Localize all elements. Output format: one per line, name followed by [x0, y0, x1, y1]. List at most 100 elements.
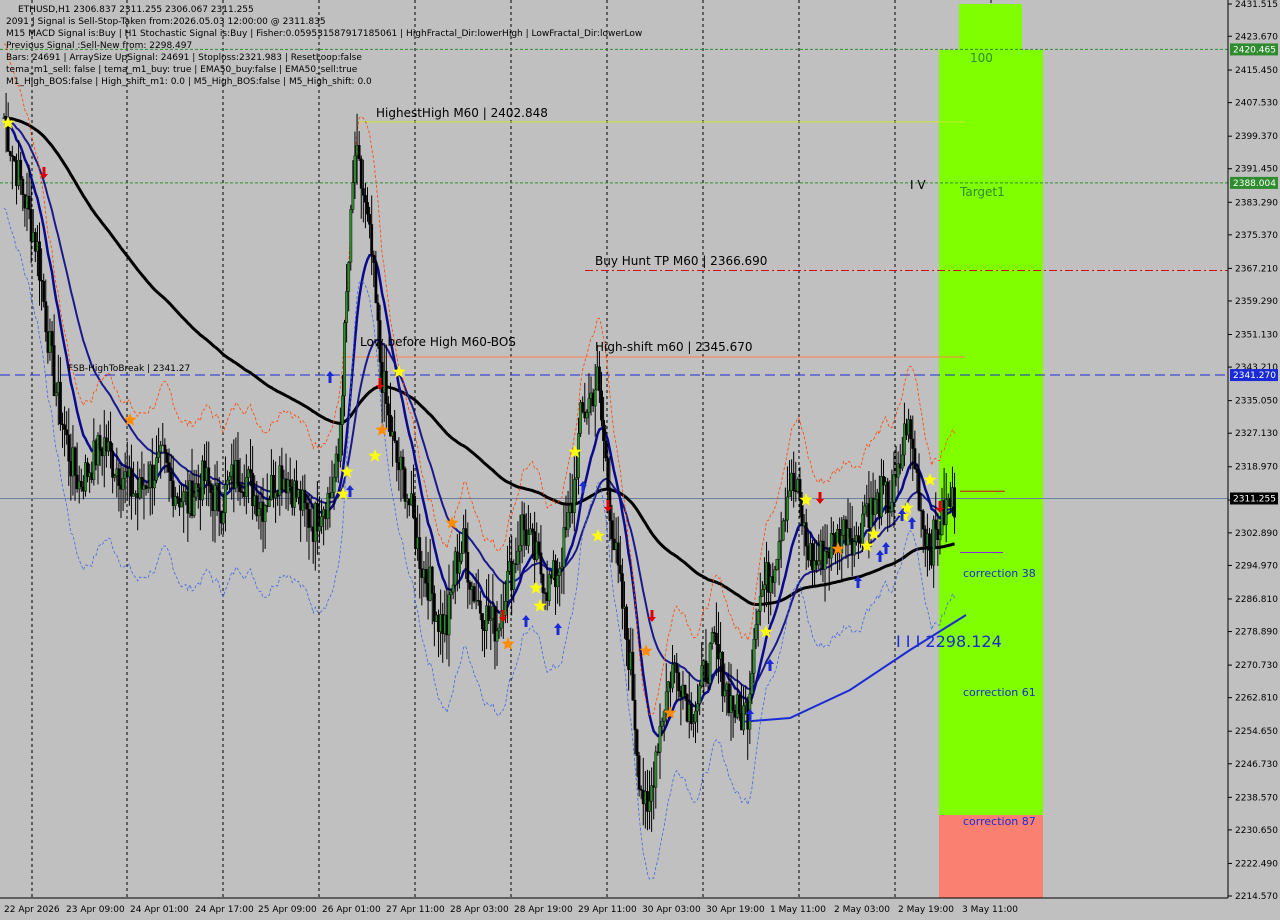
info-line-5: tema_m1_sell: false | tema_m1_buy: true … — [6, 65, 358, 75]
x-axis: 22 Apr 2026 23 Apr 09:00 24 Apr 01:00 24 Ap… — [4, 905, 1018, 915]
candle-body — [98, 435, 102, 450]
y-tick-label: 2318.970 — [1235, 463, 1278, 473]
candle-body — [518, 545, 522, 552]
candle-body — [696, 703, 699, 712]
candle-body — [710, 632, 714, 644]
price-tag-label: 2311.255 — [1233, 494, 1276, 504]
candle-body — [226, 479, 229, 486]
candle-body — [236, 460, 240, 485]
candle-body — [675, 663, 679, 673]
candle-body — [516, 550, 520, 565]
candle-body — [831, 533, 835, 535]
candle-body — [67, 434, 71, 462]
candle-body — [341, 395, 344, 425]
candle-body — [618, 564, 622, 574]
candle-body — [257, 508, 261, 517]
candle-body — [587, 398, 591, 413]
candle-body — [934, 519, 938, 530]
candle-body — [221, 512, 225, 524]
candle-body — [393, 431, 397, 441]
candle-body — [267, 499, 271, 507]
info-line-4: Bars: 24691 | ArraySize UpSignal: 24691 … — [6, 53, 362, 63]
candle-body — [38, 241, 41, 281]
candle-body — [109, 441, 112, 452]
candle-body — [704, 660, 708, 682]
candle-body — [731, 695, 735, 711]
candle-body — [497, 627, 501, 632]
candle-body — [157, 451, 160, 458]
candle-body — [357, 145, 361, 160]
candle-body — [361, 188, 365, 196]
candle-body — [401, 456, 405, 470]
x-tick-label: 22 Apr 2026 — [4, 905, 60, 915]
candle-body — [742, 705, 745, 731]
candle-body — [650, 785, 654, 802]
candle-body — [305, 502, 309, 510]
y-axis: 2431.515 2423.670 2415.450 2407.530 2399.370… — [1228, 0, 1278, 902]
candle-body — [602, 420, 605, 442]
candle-body — [775, 559, 779, 570]
candle-body — [861, 513, 865, 544]
candle-body — [196, 483, 200, 488]
candle-body — [541, 573, 545, 593]
candle-body — [506, 571, 509, 602]
candle-body — [631, 651, 635, 701]
price-chart[interactable]: 2431.515 2423.670 2415.450 2407.530 2399.370… — [0, 0, 1280, 920]
candle-body — [694, 710, 697, 723]
candle-body — [163, 444, 167, 454]
correction-61-label: correction 61 — [963, 686, 1036, 699]
candle-body — [368, 214, 371, 225]
y-tick-label: 2270.730 — [1235, 661, 1278, 671]
candle-body — [79, 480, 83, 488]
candle-body — [539, 552, 543, 575]
candle-body — [556, 575, 560, 588]
candle-body — [412, 493, 415, 518]
x-tick-label: 29 Apr 11:00 — [578, 905, 637, 915]
candle-body — [700, 665, 704, 686]
candle-body — [372, 254, 376, 263]
candle-body — [418, 537, 422, 569]
candle-body — [756, 611, 760, 625]
candle-body — [44, 301, 48, 333]
candle-body — [63, 424, 66, 430]
x-tick-label: 23 Apr 09:00 — [66, 905, 125, 915]
candle-body — [654, 751, 658, 788]
candle-body — [915, 468, 919, 473]
candle-body — [395, 440, 399, 463]
candle-body — [338, 424, 342, 462]
candle-body — [953, 487, 956, 518]
candle-body — [863, 505, 867, 515]
candle-body — [478, 600, 482, 614]
candle-body — [449, 591, 453, 595]
candle-body — [758, 596, 762, 612]
candle-body — [54, 392, 58, 397]
y-tick-label: 2391.450 — [1235, 165, 1278, 175]
candle-body — [217, 483, 221, 512]
x-tick-label: 2 May 03:00 — [834, 905, 890, 915]
candle-body — [169, 471, 173, 482]
candle-body — [424, 569, 428, 584]
candle-body — [19, 159, 23, 180]
candle-body — [721, 651, 725, 697]
y-tick-label: 2423.670 — [1235, 32, 1278, 42]
candle-body — [773, 569, 777, 583]
info-line-3: Previous Signal :Sell-New from: 2298.497 — [6, 41, 193, 51]
candle-body — [593, 389, 597, 407]
y-tick-label: 2302.890 — [1235, 529, 1278, 539]
candle-body — [829, 533, 833, 559]
correction-38-label: correction 38 — [963, 567, 1036, 580]
candle-body — [460, 553, 463, 562]
candle-body — [917, 472, 921, 511]
candle-body — [263, 505, 267, 522]
candle-body — [598, 366, 601, 392]
candle-body — [320, 516, 323, 527]
plot-area — [0, 0, 1228, 898]
candle-body — [207, 467, 211, 484]
candle-body — [167, 462, 171, 473]
candle-body — [890, 501, 894, 512]
candle-body — [604, 440, 608, 459]
candle-body — [117, 468, 121, 486]
candle-body — [698, 685, 702, 704]
candle-body — [182, 491, 186, 503]
candle-body — [752, 639, 756, 674]
